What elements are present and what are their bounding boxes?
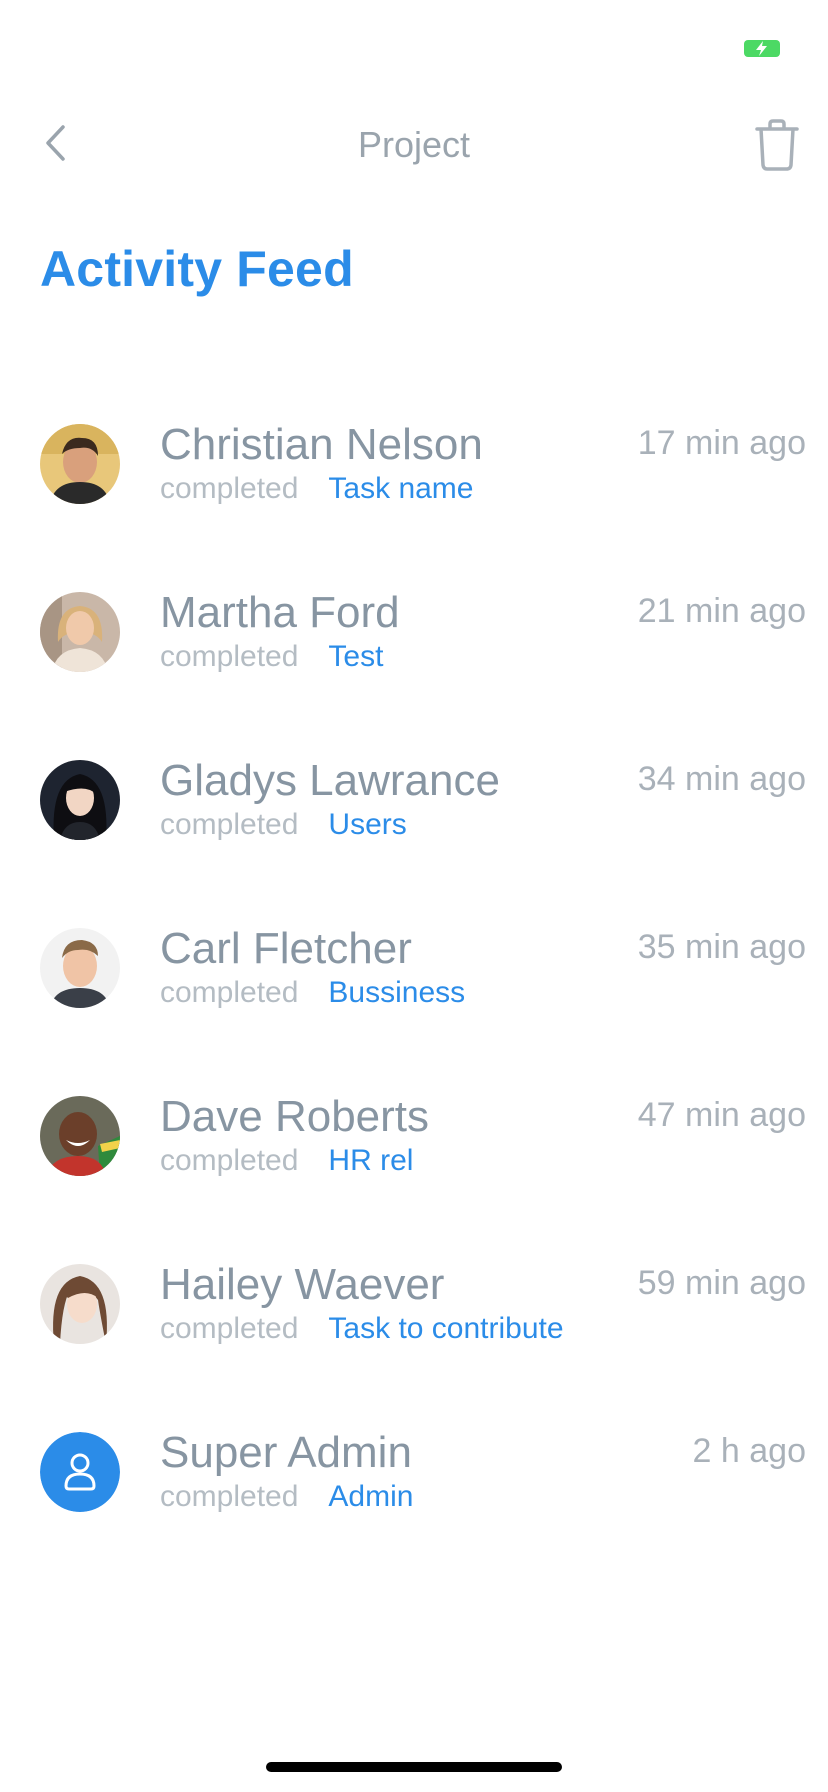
avatar [40,592,120,672]
user-name: Carl Fletcher [160,924,412,973]
avatar [40,1264,120,1344]
status-bar [0,0,828,90]
activity-verb: completed [160,976,299,1009]
user-name: Gladys Lawrance [160,756,500,805]
nav-bar: Project [0,100,828,188]
timestamp: 17 min ago [637,424,806,462]
home-indicator[interactable] [266,1762,562,1772]
activity-verb: completed [160,1312,299,1345]
user-name: Christian Nelson [160,420,483,469]
feed-item[interactable]: Martha Ford completed Test 21 min ago [0,588,828,756]
avatar [40,1096,120,1176]
activity-verb: completed [160,1480,299,1513]
activity-verb: completed [160,640,299,673]
activity-verb: completed [160,472,299,505]
timestamp: 34 min ago [637,760,806,798]
delete-button[interactable] [748,116,806,174]
activity-line: completed Admin [160,1480,413,1514]
timestamp: 47 min ago [637,1096,806,1134]
user-name: Dave Roberts [160,1092,430,1141]
activity-line: completed Task to contribute [160,1312,564,1346]
activity-feed-list: Christian Nelson completed Task name 17 m… [0,420,828,1596]
activity-line: completed Test [160,640,383,674]
nav-title: Project [357,124,471,165]
timestamp: 2 h ago [692,1432,806,1470]
task-link[interactable]: Admin [328,1480,413,1513]
feed-item[interactable]: Gladys Lawrance completed Users 34 min ag… [0,756,828,924]
trash-icon [755,119,799,171]
feed-item[interactable]: Hailey Waever completed Task to contribut… [0,1260,828,1428]
avatar [40,928,120,1008]
user-name: Super Admin [160,1428,412,1477]
timestamp: 59 min ago [637,1264,806,1302]
timestamp: 21 min ago [637,592,806,630]
user-name: Hailey Waever [160,1260,445,1309]
timestamp: 35 min ago [637,928,806,966]
feed-item[interactable]: Carl Fletcher completed Bussiness 35 min … [0,924,828,1092]
task-link[interactable]: Users [328,808,406,841]
activity-line: completed Users [160,808,407,842]
avatar [40,760,120,840]
user-name: Martha Ford [160,588,400,637]
avatar [40,424,120,504]
feed-item[interactable]: Dave Roberts completed HR rel 47 min ago [0,1092,828,1260]
battery-charging-icon [744,40,780,57]
task-link[interactable]: Task to contribute [328,1312,563,1345]
activity-line: completed HR rel [160,1144,413,1178]
page-title: Activity Feed [40,241,354,297]
activity-verb: completed [160,1144,299,1177]
task-link[interactable]: Bussiness [328,976,465,1009]
feed-item[interactable]: Super Admin completed Admin 2 h ago [0,1428,828,1596]
task-link[interactable]: Task name [328,472,473,505]
user-placeholder-icon [40,1432,120,1512]
feed-item[interactable]: Christian Nelson completed Task name 17 m… [0,420,828,588]
activity-verb: completed [160,808,299,841]
task-link[interactable]: Test [328,640,383,673]
activity-line: completed Task name [160,472,474,506]
activity-line: completed Bussiness [160,976,465,1010]
task-link[interactable]: HR rel [328,1144,413,1177]
